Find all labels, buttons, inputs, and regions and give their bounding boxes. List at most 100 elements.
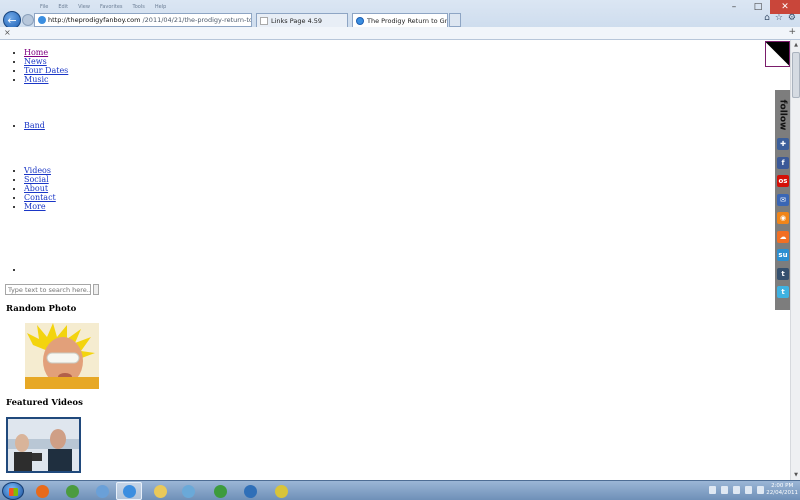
utorrent-taskbar-icon — [213, 484, 227, 498]
fireworks-taskbar-button[interactable] — [268, 482, 294, 500]
address-domain: http://theprodigyfanboy.com — [48, 16, 141, 24]
new-tab-button[interactable] — [449, 13, 461, 27]
notepad-taskbar-button[interactable] — [175, 482, 201, 500]
add-icon[interactable]: + — [788, 27, 796, 37]
menu-help[interactable]: Help — [155, 4, 166, 10]
keith-flint-photo — [25, 323, 99, 389]
address-bar[interactable]: http://theprodigyfanboy.com /2011/04/21/… — [34, 13, 252, 27]
facebook-icon[interactable]: f — [777, 156, 789, 169]
forward-button[interactable] — [22, 14, 34, 26]
menu-view[interactable]: View — [78, 4, 90, 10]
tab-links-page[interactable]: Links Page 4.59 — [256, 13, 348, 27]
nav-item: Videos — [24, 166, 56, 175]
tab-prodigy-return[interactable]: The Prodigy Return to Gree... ✕ — [352, 13, 448, 27]
nav-link-news[interactable]: News — [24, 57, 47, 66]
menu-edit[interactable]: Edit — [58, 4, 68, 10]
nav-item: Home — [24, 48, 68, 57]
nav-item: More — [24, 202, 56, 211]
menu-file[interactable]: File — [40, 4, 48, 10]
vertical-scrollbar[interactable]: ▲ ▼ — [790, 40, 800, 480]
itunes-taskbar-button[interactable] — [89, 482, 115, 500]
nav-link-social[interactable]: Social — [24, 175, 49, 184]
web-page: Home News Tour Dates Music Band Videos S… — [0, 40, 790, 480]
tray-icon[interactable] — [721, 486, 728, 494]
scroll-up-icon[interactable]: ▲ — [792, 41, 800, 49]
tray-icon[interactable] — [745, 486, 752, 494]
search-form — [5, 284, 99, 295]
tumblr-icon[interactable]: t — [777, 267, 789, 280]
media-player-taskbar-icon — [243, 484, 257, 498]
scroll-down-icon[interactable]: ▼ — [792, 471, 800, 479]
nav-menu-main: Home News Tour Dates Music — [24, 48, 68, 84]
close-infobar-icon[interactable]: × — [4, 28, 11, 37]
nav-link-videos[interactable]: Videos — [24, 166, 51, 175]
explorer-taskbar-button[interactable] — [147, 482, 173, 500]
tab-label: The Prodigy Return to Gree... — [367, 16, 448, 25]
ie-taskbar-button[interactable] — [116, 482, 142, 500]
explorer-taskbar-icon — [153, 484, 167, 498]
utorrent-taskbar-button[interactable] — [207, 482, 233, 500]
nav-link-more[interactable]: More — [24, 202, 46, 211]
home-icon[interactable]: ⌂ — [764, 13, 770, 23]
media-player-taskbar-button[interactable] — [237, 482, 263, 500]
rss-icon[interactable]: ◉ — [777, 212, 789, 224]
tray-icon[interactable] — [733, 486, 740, 494]
stumbleupon-icon[interactable]: su — [777, 249, 789, 261]
tools-gear-icon[interactable]: ⚙ — [788, 13, 796, 23]
nav-item: Contact — [24, 193, 56, 202]
twitter-icon[interactable]: t — [777, 286, 789, 298]
featured-video-thumbnail[interactable] — [6, 417, 81, 473]
menu-favorites[interactable]: Favorites — [100, 4, 123, 10]
favorites-star-icon[interactable]: ☆ — [775, 13, 783, 23]
lastfm-icon[interactable]: os — [777, 175, 789, 187]
nav-link-music[interactable]: Music — [24, 75, 49, 84]
notepad-taskbar-icon — [181, 484, 195, 498]
random-photo-heading: Random Photo — [6, 304, 77, 314]
nav-link-band[interactable]: Band — [24, 121, 45, 130]
corner-ribbon-icon[interactable] — [765, 41, 790, 67]
myspace-icon[interactable]: ✚ — [777, 138, 789, 150]
nav-link-tour-dates[interactable]: Tour Dates — [24, 66, 68, 75]
volume-icon[interactable] — [757, 486, 764, 494]
clock[interactable]: 2:00 PM 22/04/2011 — [766, 483, 798, 497]
address-path: /2011/04/21/the-prodigy-return-to-greece… — [142, 16, 251, 24]
fireworks-taskbar-icon — [274, 484, 288, 498]
chrome-taskbar-button[interactable] — [59, 482, 85, 500]
nav-item: Music — [24, 75, 68, 84]
chrome-taskbar-icon — [65, 484, 79, 498]
random-photo-image[interactable] — [25, 323, 99, 389]
ie-taskbar-icon — [122, 484, 136, 498]
nav-menu-band: Band — [24, 121, 45, 130]
featured-videos-heading: Featured Videos — [6, 398, 83, 408]
clock-date: 22/04/2011 — [766, 490, 798, 496]
nav-item: Social — [24, 175, 56, 184]
search-input[interactable] — [5, 284, 91, 295]
nav-item: News — [24, 57, 68, 66]
browser-chrome: File Edit View Favorites Tools Help – □ … — [0, 0, 800, 40]
tab-label: Links Page 4.59 — [271, 16, 323, 25]
minimize-button[interactable]: – — [722, 0, 746, 14]
email-icon[interactable]: ✉ — [777, 193, 789, 206]
ie-page-icon — [356, 16, 364, 25]
back-arrow-icon: ← — [7, 13, 17, 27]
nav-link-contact[interactable]: Contact — [24, 193, 56, 202]
page-icon — [260, 16, 268, 25]
search-button[interactable] — [93, 284, 99, 295]
maximize-button[interactable]: □ — [746, 0, 770, 14]
menu-tools[interactable]: Tools — [133, 4, 145, 10]
tray-icon[interactable] — [709, 486, 716, 494]
scrollbar-thumb[interactable] — [792, 52, 800, 98]
start-button[interactable] — [2, 482, 24, 500]
close-window-button[interactable]: ✕ — [770, 0, 800, 14]
follow-label: follow — [777, 99, 788, 131]
firefox-taskbar-button[interactable] — [29, 482, 55, 500]
nav-menu-more: Videos Social About Contact More — [24, 166, 56, 211]
nav-link-about[interactable]: About — [24, 184, 48, 193]
video-still — [8, 419, 79, 471]
nav-item: Tour Dates — [24, 66, 68, 75]
nav-item: Band — [24, 121, 45, 130]
nav-item: About — [24, 184, 56, 193]
nav-link-home[interactable]: Home — [24, 48, 48, 57]
soundcloud-icon[interactable]: ☁ — [777, 230, 789, 243]
follow-sidebar: follow ✚ f os ✉ ◉ ☁ su t t — [775, 90, 790, 310]
